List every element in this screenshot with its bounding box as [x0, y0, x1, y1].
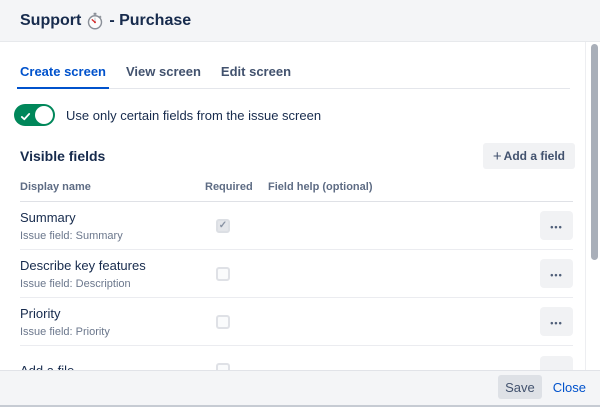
- visible-fields-header: Visible fields + Add a field: [20, 143, 575, 169]
- required-checkbox[interactable]: [216, 315, 230, 329]
- field-row-priority: Priority Issue field: Priority: [20, 298, 573, 346]
- dialog-header: Support - Purchase: [0, 0, 600, 42]
- required-checkbox: [216, 219, 230, 233]
- ellipsis-icon: [550, 314, 562, 329]
- plus-icon: +: [493, 149, 502, 164]
- required-checkbox[interactable]: [216, 267, 230, 281]
- ellipsis-icon: [550, 266, 562, 281]
- certain-fields-toggle-row: Use only certain fields from the issue s…: [14, 104, 585, 126]
- field-issue-field: Issue field: Description: [20, 278, 205, 290]
- field-name: Describe key features: [20, 258, 205, 273]
- toggle-knob: [35, 106, 53, 124]
- screen-tabs: Create screen View screen Edit screen: [17, 63, 570, 89]
- required-checkbox[interactable]: [216, 363, 230, 370]
- stopwatch-icon: [86, 12, 104, 30]
- more-options-button[interactable]: [540, 259, 573, 288]
- more-options-button[interactable]: [540, 356, 573, 371]
- ellipsis-icon: [550, 363, 562, 371]
- dialog-title-suffix: - Purchase: [109, 12, 191, 30]
- column-actions: [528, 181, 573, 193]
- field-row-summary: Summary Issue field: Summary: [20, 202, 573, 250]
- column-display-name: Display name: [20, 181, 205, 193]
- column-field-help: Field help (optional): [268, 181, 528, 193]
- toggle-label: Use only certain fields from the issue s…: [66, 108, 321, 123]
- fields-table-header: Display name Required Field help (option…: [20, 181, 573, 202]
- close-button[interactable]: Close: [553, 380, 586, 395]
- tab-create-screen[interactable]: Create screen: [17, 63, 109, 89]
- check-icon: [20, 109, 31, 127]
- tab-edit-screen[interactable]: Edit screen: [218, 63, 294, 89]
- more-options-button[interactable]: [540, 211, 573, 240]
- dialog-title: Support - Purchase: [20, 12, 191, 30]
- dialog-title-prefix: Support: [20, 12, 81, 30]
- more-options-button[interactable]: [540, 307, 573, 336]
- dialog-footer: Save Close: [0, 370, 600, 407]
- screen-fields-dialog: Support - Purchase Create screen View sc…: [0, 0, 600, 407]
- dialog-body: Create screen View screen Edit screen Us…: [0, 42, 585, 370]
- scrollbar-thumb[interactable]: [591, 44, 598, 260]
- tab-view-screen[interactable]: View screen: [123, 63, 204, 89]
- add-field-button[interactable]: + Add a field: [483, 143, 575, 169]
- field-row-describe-key-features: Describe key features Issue field: Descr…: [20, 250, 573, 298]
- field-name: Priority: [20, 306, 205, 321]
- field-name: Summary: [20, 210, 205, 225]
- add-field-label: Add a field: [504, 149, 565, 163]
- ellipsis-icon: [550, 218, 562, 233]
- field-issue-field: Issue field: Priority: [20, 326, 205, 338]
- visible-fields-heading: Visible fields: [20, 148, 105, 164]
- field-row-add-a-file: Add a file: [20, 346, 573, 370]
- field-issue-field: Issue field: Summary: [20, 230, 205, 242]
- column-required: Required: [205, 181, 268, 193]
- save-button[interactable]: Save: [498, 375, 542, 399]
- certain-fields-toggle[interactable]: [14, 104, 55, 126]
- scrollbar-track: [585, 42, 600, 370]
- field-name: Add a file: [20, 363, 205, 371]
